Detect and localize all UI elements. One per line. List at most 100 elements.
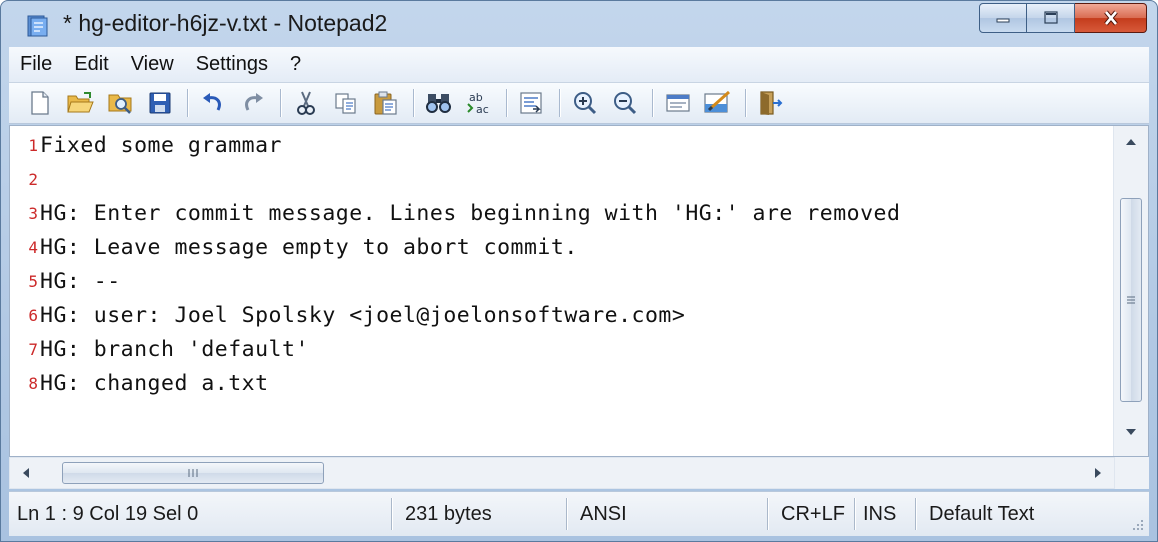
- replace-button[interactable]: ab ac: [464, 88, 494, 118]
- scroll-down-button[interactable]: [1114, 416, 1148, 448]
- scroll-left-button[interactable]: [10, 458, 42, 488]
- editor-line[interactable]: 6 HG: user: Joel Spolsky <joel@joelonsof…: [10, 299, 1108, 333]
- line-number: 5: [28, 272, 38, 291]
- arrow-down-icon: [1126, 429, 1136, 435]
- line-text: HG: Leave message empty to abort commit.: [40, 235, 578, 260]
- toolbar-separator: [187, 89, 188, 117]
- line-number: 4: [28, 238, 38, 257]
- svg-text:ac: ac: [476, 103, 489, 116]
- exit-button[interactable]: [756, 88, 786, 118]
- line-number: 7: [28, 340, 38, 359]
- vertical-scrollbar[interactable]: [1113, 126, 1148, 456]
- toolbar-separator: [652, 89, 653, 117]
- zoom-out-button[interactable]: [610, 88, 640, 118]
- zoom-in-button[interactable]: [570, 88, 600, 118]
- status-encoding[interactable]: ANSI: [580, 500, 627, 528]
- paste-button[interactable]: [371, 88, 401, 118]
- menu-edit[interactable]: Edit: [63, 53, 119, 76]
- text-editor[interactable]: 1 Fixed some grammar 2 3 HG: Enter commi…: [9, 125, 1149, 457]
- horizontal-scroll-thumb[interactable]: [62, 462, 324, 484]
- status-position: Ln 1 : 9 Col 19 Sel 0: [17, 503, 199, 525]
- line-text: Fixed some grammar: [40, 133, 282, 158]
- scheme-button[interactable]: [663, 88, 693, 118]
- save-button[interactable]: [145, 88, 175, 118]
- customize-scheme-icon: [704, 90, 730, 113]
- zoom-in-icon: [574, 92, 597, 115]
- open-folder-icon: [67, 92, 94, 113]
- grip-lines-icon: [188, 469, 198, 477]
- cut-button[interactable]: [291, 88, 321, 118]
- line-text: HG: changed a.txt: [40, 371, 269, 396]
- toolbar-separator: [280, 89, 281, 117]
- close-icon: [1103, 10, 1118, 26]
- scroll-up-button[interactable]: [1114, 126, 1148, 158]
- status-line-endings[interactable]: CR+LF: [781, 500, 845, 528]
- status-divider: [566, 498, 567, 530]
- undo-button[interactable]: [198, 88, 228, 118]
- new-file-button[interactable]: [25, 88, 55, 118]
- status-divider: [391, 498, 392, 530]
- word-wrap-button[interactable]: [517, 88, 547, 118]
- find-button[interactable]: [424, 88, 454, 118]
- minimize-button[interactable]: [979, 3, 1027, 33]
- horizontal-scrollbar[interactable]: [9, 457, 1115, 489]
- line-number: 1: [28, 136, 38, 155]
- notepad-icon: [27, 15, 48, 37]
- line-number: 2: [28, 170, 38, 189]
- undo-icon: [203, 93, 221, 111]
- editor-line[interactable]: 2: [10, 163, 1108, 197]
- menu-view[interactable]: View: [120, 53, 185, 76]
- line-text: HG: --: [40, 269, 121, 294]
- editor-line[interactable]: 3 HG: Enter commit message. Lines beginn…: [10, 197, 1108, 231]
- title-bar[interactable]: * hg-editor-h6jz-v.txt - Notepad2: [1, 1, 1157, 47]
- redo-button[interactable]: [238, 88, 268, 118]
- find-icon: [426, 94, 451, 113]
- arrow-right-icon: [1095, 468, 1101, 478]
- line-number: 6: [28, 306, 38, 325]
- scroll-right-button[interactable]: [1082, 458, 1114, 488]
- caption-buttons: [979, 3, 1147, 35]
- close-button[interactable]: [1075, 3, 1147, 33]
- paste-icon: [374, 91, 397, 115]
- status-scheme[interactable]: Default Text: [929, 500, 1034, 528]
- copy-icon: [335, 93, 356, 114]
- editor-lines: 1 Fixed some grammar 2 3 HG: Enter commi…: [10, 129, 1108, 401]
- menu-help[interactable]: ?: [279, 53, 312, 76]
- notepad2-window: * hg-editor-h6jz-v.txt - Notepad2 File E…: [0, 0, 1158, 542]
- status-insert-mode[interactable]: INS: [863, 500, 896, 528]
- copy-button[interactable]: [331, 88, 361, 118]
- window-title: * hg-editor-h6jz-v.txt - Notepad2: [63, 10, 388, 36]
- status-file-size: 231 bytes: [405, 503, 492, 525]
- vertical-scroll-thumb[interactable]: [1120, 198, 1142, 402]
- open-button[interactable]: [65, 88, 95, 118]
- menu-file[interactable]: File: [9, 53, 63, 76]
- status-bar: Ln 1 : 9 Col 19 Sel 0 231 bytes ANSI CR+…: [9, 491, 1149, 536]
- customize-scheme-button[interactable]: [703, 88, 733, 118]
- toolbar-separator: [559, 89, 560, 117]
- editor-line[interactable]: 8 HG: changed a.txt: [10, 367, 1108, 401]
- grip-lines-icon: [1127, 296, 1135, 304]
- editor-line[interactable]: 5 HG: --: [10, 265, 1108, 299]
- redo-icon: [245, 93, 263, 111]
- editor-line[interactable]: 7 HG: branch 'default': [10, 333, 1108, 367]
- new-file-icon: [31, 91, 49, 115]
- editor-line[interactable]: 4 HG: Leave message empty to abort commi…: [10, 231, 1108, 265]
- line-text: HG: branch 'default': [40, 337, 309, 362]
- zoom-out-icon: [614, 92, 637, 115]
- scheme-icon: [666, 94, 690, 112]
- browse-button[interactable]: [105, 88, 135, 118]
- line-text: HG: Enter commit message. Lines beginnin…: [40, 201, 901, 226]
- minimize-icon: [996, 18, 1010, 23]
- status-divider: [915, 498, 916, 530]
- editor-line[interactable]: 1 Fixed some grammar: [10, 129, 1108, 163]
- toolbar-separator: [745, 89, 746, 117]
- scrollbar-corner: [1115, 457, 1149, 489]
- word-wrap-icon: [520, 92, 542, 114]
- maximize-icon: [1043, 11, 1058, 24]
- status-divider: [854, 498, 855, 530]
- toolbar-separator: [506, 89, 507, 117]
- menu-settings[interactable]: Settings: [185, 53, 279, 76]
- resize-grip-icon[interactable]: [1131, 518, 1145, 532]
- maximize-button[interactable]: [1027, 3, 1075, 33]
- browse-icon: [108, 94, 132, 114]
